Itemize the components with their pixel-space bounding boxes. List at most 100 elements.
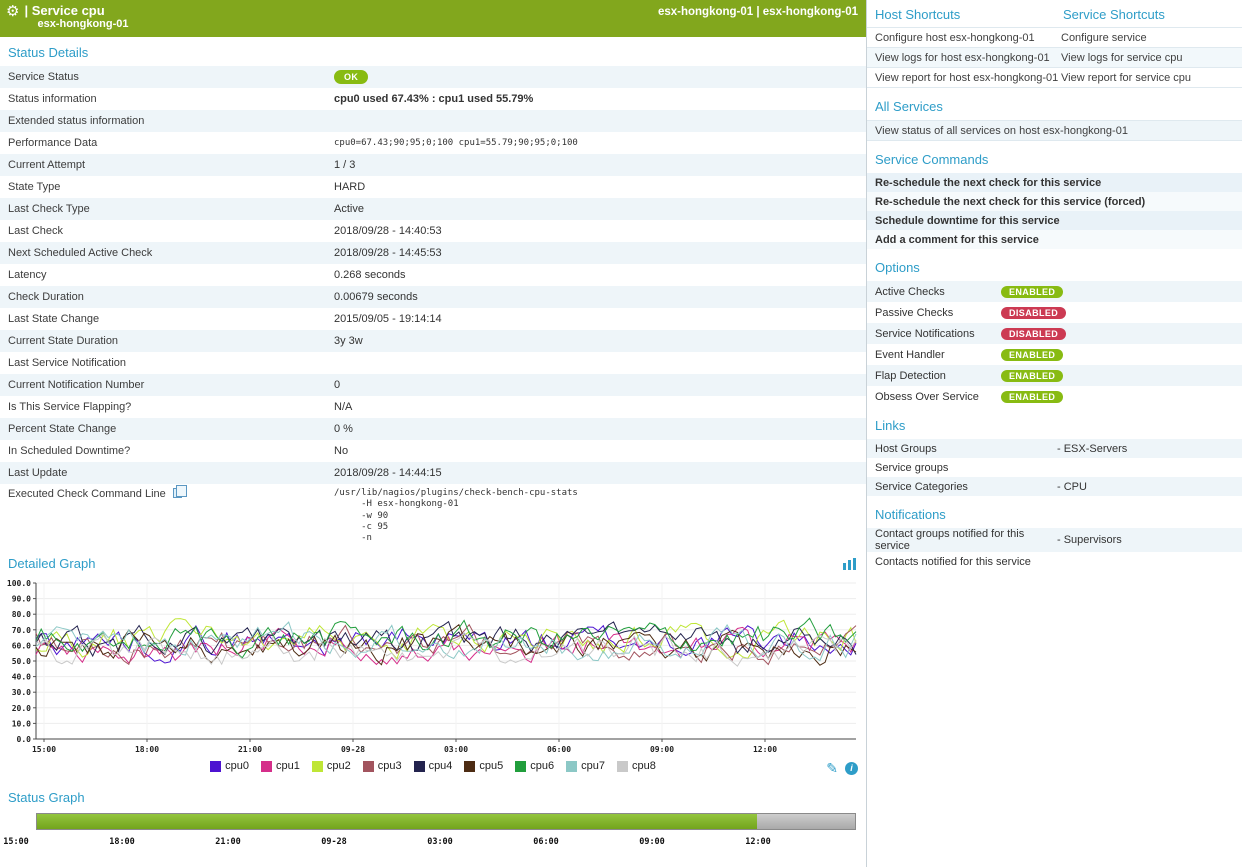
- status-graph-title: Status Graph: [0, 782, 866, 811]
- svg-text:80.0: 80.0: [12, 610, 31, 619]
- command-copy-icon[interactable]: [173, 488, 182, 498]
- status-row-current-notification-number: Current Notification Number0: [0, 374, 866, 396]
- svg-text:12:00: 12:00: [753, 745, 777, 754]
- command-add-a-comment-for-this-service[interactable]: Add a comment for this service: [867, 230, 1242, 249]
- legend-item-cpu3: cpu3: [363, 760, 402, 772]
- host-name-link[interactable]: esx-hongkong-01: [37, 18, 128, 31]
- status-row-current-state-duration: Current State Duration3y 3w: [0, 330, 866, 352]
- option-row-event-handler: Event HandlerENABLED: [867, 344, 1242, 365]
- svg-text:0.0: 0.0: [17, 735, 32, 744]
- host-shortcut-view-logs-for-host-esx-hongkong-01[interactable]: View logs for host esx-hongkong-01: [875, 52, 1061, 64]
- row-value-status-information: cpu0 used 67.43% : cpu1 used 55.79%: [332, 93, 866, 105]
- row-label: Service Status: [0, 71, 332, 83]
- side-panel: Host Shortcuts Service Shortcuts Configu…: [866, 0, 1242, 867]
- svg-text:03:00: 03:00: [444, 745, 468, 754]
- host-shortcut-view-report-for-host-esx-hongkong-01[interactable]: View report for host esx-hongkong-01: [875, 72, 1061, 84]
- notifications-title: Notifications: [867, 496, 1242, 528]
- notification-row-contacts-notified-for-this-service: Contacts notified for this service: [867, 552, 1242, 571]
- legend-item-cpu4: cpu4: [414, 760, 453, 772]
- legend-swatch-cpu4: [414, 761, 425, 772]
- row-label: Latency: [0, 269, 332, 281]
- svg-text:18:00: 18:00: [135, 745, 159, 754]
- service-header-bar: ⚙ | Service cpu esx-hongkong-01 esx-hong…: [0, 0, 866, 37]
- command-schedule-downtime-for-this-service[interactable]: Schedule downtime for this service: [867, 211, 1242, 230]
- gear-icon[interactable]: ⚙: [6, 3, 19, 20]
- svg-text:40.0: 40.0: [12, 673, 31, 682]
- status-segment-undetermined: [757, 814, 855, 829]
- row-label: Is This Service Flapping?: [0, 401, 332, 413]
- notification-row-contact-groups-notified-for-this-service: Contact groups notified for this service…: [867, 528, 1242, 552]
- legend-item-cpu1: cpu1: [261, 760, 300, 772]
- bar-chart-icon[interactable]: [843, 558, 856, 570]
- option-row-service-notifications: Service NotificationsDISABLED: [867, 323, 1242, 344]
- chart-legend-row: cpu0cpu1cpu2cpu3cpu4cpu5cpu6cpu7cpu8 ✎ i: [0, 757, 866, 782]
- link-row-host-groups: Host Groups- ESX-Servers: [867, 439, 1242, 458]
- link-label-service-groups: Service groups: [875, 462, 1057, 474]
- option-badge-passive-checks: DISABLED: [1001, 307, 1066, 319]
- row-value-latency: 0.268 seconds: [332, 269, 866, 281]
- legend-item-cpu8: cpu8: [617, 760, 656, 772]
- svg-text:50.0: 50.0: [12, 657, 31, 666]
- row-label: Extended status information: [0, 115, 332, 127]
- option-badge-flap-detection: ENABLED: [1001, 370, 1063, 382]
- status-axis-label-06-00: 06:00: [533, 837, 559, 847]
- command-re-schedule-the-next-check-for-this-service[interactable]: Re-schedule the next check for this serv…: [867, 173, 1242, 192]
- status-axis-label-18-00: 18:00: [109, 837, 135, 847]
- notification-value-contact-groups-notified-for-this-service: - Supervisors: [1057, 534, 1234, 546]
- shortcut-row: View logs for host esx-hongkong-01View l…: [867, 47, 1242, 67]
- row-label: Last State Change: [0, 313, 332, 325]
- legend-item-cpu6: cpu6: [515, 760, 554, 772]
- main-panel: ⚙ | Service cpu esx-hongkong-01 esx-hong…: [0, 0, 866, 867]
- legend-swatch-cpu7: [566, 761, 577, 772]
- pencil-icon[interactable]: ✎: [826, 761, 838, 775]
- service-shortcut-configure-service[interactable]: Configure service: [1061, 32, 1242, 44]
- svg-text:20.0: 20.0: [12, 704, 31, 713]
- row-label: Performance Data: [0, 137, 332, 149]
- status-row-executed-check-command-line: Executed Check Command Line/usr/lib/nagi…: [0, 484, 866, 549]
- legend-label-cpu0: cpu0: [225, 760, 249, 772]
- legend-item-cpu5: cpu5: [464, 760, 503, 772]
- host-service-breadcrumb[interactable]: esx-hongkong-01 | esx-hongkong-01: [658, 3, 858, 37]
- row-label: Executed Check Command Line: [0, 484, 332, 500]
- row-label: Current Attempt: [0, 159, 332, 171]
- info-icon[interactable]: i: [845, 762, 858, 775]
- row-value-last-state-change: 2015/09/05 - 19:14:14: [332, 313, 866, 325]
- command-re-schedule-the-next-check-for-this-service-forced[interactable]: Re-schedule the next check for this serv…: [867, 192, 1242, 211]
- status-axis-label-15-00: 15:00: [3, 837, 29, 847]
- service-status-badge: OK: [334, 70, 368, 84]
- service-header-titles: | Service cpu esx-hongkong-01: [24, 3, 128, 31]
- row-value-service-status: OK: [332, 70, 866, 84]
- row-label: Next Scheduled Active Check: [0, 247, 332, 259]
- row-value-next-scheduled-active-check: 2018/09/28 - 14:45:53: [332, 247, 866, 259]
- link-row-service-categories: Service Categories- CPU: [867, 477, 1242, 496]
- row-label: Check Duration: [0, 291, 332, 303]
- svg-text:06:00: 06:00: [547, 745, 571, 754]
- service-shortcut-view-report-for-service-cpu[interactable]: View report for service cpu: [1061, 72, 1242, 84]
- status-segment-ok: [37, 814, 757, 829]
- status-axis-label-03-00: 03:00: [427, 837, 453, 847]
- option-label-event-handler: Event Handler: [875, 349, 1001, 361]
- host-shortcut-configure-host-esx-hongkong-01[interactable]: Configure host esx-hongkong-01: [875, 32, 1061, 44]
- legend-item-cpu0: cpu0: [210, 760, 249, 772]
- detailed-graph-title: Detailed Graph: [0, 549, 866, 575]
- all-services-link[interactable]: View status of all services on host esx-…: [867, 120, 1242, 140]
- row-label: Last Check: [0, 225, 332, 237]
- row-label: Last Check Type: [0, 203, 332, 215]
- option-label-passive-checks: Passive Checks: [875, 307, 1001, 319]
- status-row-status-information: Status informationcpu0 used 67.43% : cpu…: [0, 88, 866, 110]
- chart-legend: cpu0cpu1cpu2cpu3cpu4cpu5cpu6cpu7cpu8: [0, 757, 866, 775]
- status-row-check-duration: Check Duration0.00679 seconds: [0, 286, 866, 308]
- status-graph: 15:0018:0021:0009-2803:0006:0009:0012:00: [0, 811, 866, 857]
- service-title: | Service cpu: [24, 3, 128, 18]
- row-value-in-scheduled-downtime: No: [332, 445, 866, 457]
- option-label-obsess-over-service: Obsess Over Service: [875, 391, 1001, 403]
- row-value-current-notification-number: 0: [332, 379, 866, 391]
- status-details-table: Service StatusOK Status informationcpu0 u…: [0, 66, 866, 549]
- legend-swatch-cpu6: [515, 761, 526, 772]
- legend-item-cpu7: cpu7: [566, 760, 605, 772]
- service-shortcut-view-logs-for-service-cpu[interactable]: View logs for service cpu: [1061, 52, 1242, 64]
- status-axis-label-21-00: 21:00: [215, 837, 241, 847]
- legend-label-cpu6: cpu6: [530, 760, 554, 772]
- option-badge-obsess-over-service: ENABLED: [1001, 391, 1063, 403]
- legend-label-cpu4: cpu4: [429, 760, 453, 772]
